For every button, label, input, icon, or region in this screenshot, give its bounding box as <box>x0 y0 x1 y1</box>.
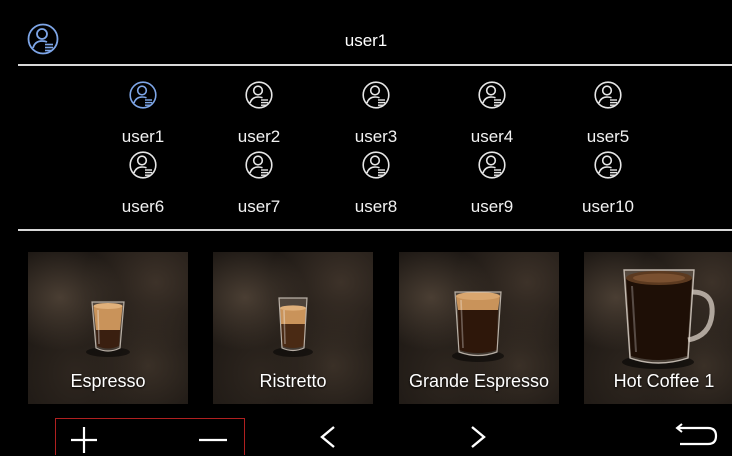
user-tile-user6[interactable]: user6 <box>93 150 193 220</box>
user-label: user2 <box>237 127 281 146</box>
user-grid-divider <box>18 229 732 231</box>
bottom-controls <box>0 412 732 455</box>
user-profile-icon <box>594 151 622 179</box>
user-label: user10 <box>582 197 634 216</box>
drink-label: Hot Coffee 1 <box>613 371 715 391</box>
back-button[interactable] <box>672 422 720 450</box>
user-profile-icon <box>245 81 273 109</box>
user-tile-user3[interactable]: user3 <box>326 80 426 150</box>
drink-tile-hot-coffee-1[interactable]: Hot Coffee 1 <box>584 252 732 404</box>
minus-icon <box>199 438 227 442</box>
return-icon <box>675 423 718 446</box>
drink-label: Espresso <box>70 371 146 391</box>
user-tile-user7[interactable]: user7 <box>209 150 309 220</box>
user-label: user7 <box>237 197 281 216</box>
user-profile-icon <box>362 81 390 109</box>
user-tile-user10[interactable]: user10 <box>558 150 658 220</box>
user-profile-icon <box>245 151 273 179</box>
user-tile-user8[interactable]: user8 <box>326 150 426 220</box>
user-label: user5 <box>586 127 630 146</box>
user-profile-icon <box>478 151 506 179</box>
user-profile-icon <box>478 81 506 109</box>
drink-tile-grande-espresso[interactable]: Grande Espresso <box>399 252 559 404</box>
user-profile-icon <box>362 151 390 179</box>
user-grid: user1 user2 user3 user4 user5 user6 user7 user8… <box>0 0 732 230</box>
user-label: user4 <box>470 127 514 146</box>
user-tile-user5[interactable]: user5 <box>558 80 658 150</box>
next-button[interactable] <box>467 424 489 450</box>
user-tile-user4[interactable]: user4 <box>442 80 542 150</box>
user-tile-user9[interactable]: user9 <box>442 150 542 220</box>
plus-icon <box>71 427 97 453</box>
drink-tile-ristretto[interactable]: Ristretto <box>213 252 373 404</box>
drink-tile-espresso[interactable]: Espresso <box>28 252 188 404</box>
plus-button[interactable] <box>68 424 100 456</box>
chevron-left-icon <box>320 426 335 448</box>
user-label: user6 <box>121 197 165 216</box>
user-label: user1 <box>121 127 165 146</box>
drink-list: Espresso Ristretto Grande Espresso Hot C… <box>0 252 732 404</box>
user-profile-icon <box>594 81 622 109</box>
user-label: user8 <box>354 197 398 216</box>
previous-button[interactable] <box>317 424 339 450</box>
user-profile-icon <box>129 81 157 109</box>
drink-label: Ristretto <box>259 371 327 391</box>
user-label: user9 <box>470 197 514 216</box>
chevron-right-icon <box>471 426 486 448</box>
user-profile-icon <box>129 151 157 179</box>
user-tile-user1[interactable]: user1 <box>93 80 193 150</box>
user-tile-user2[interactable]: user2 <box>209 80 309 150</box>
minus-button[interactable] <box>197 424 229 456</box>
drink-label: Grande Espresso <box>408 371 550 391</box>
user-label: user3 <box>354 127 398 146</box>
